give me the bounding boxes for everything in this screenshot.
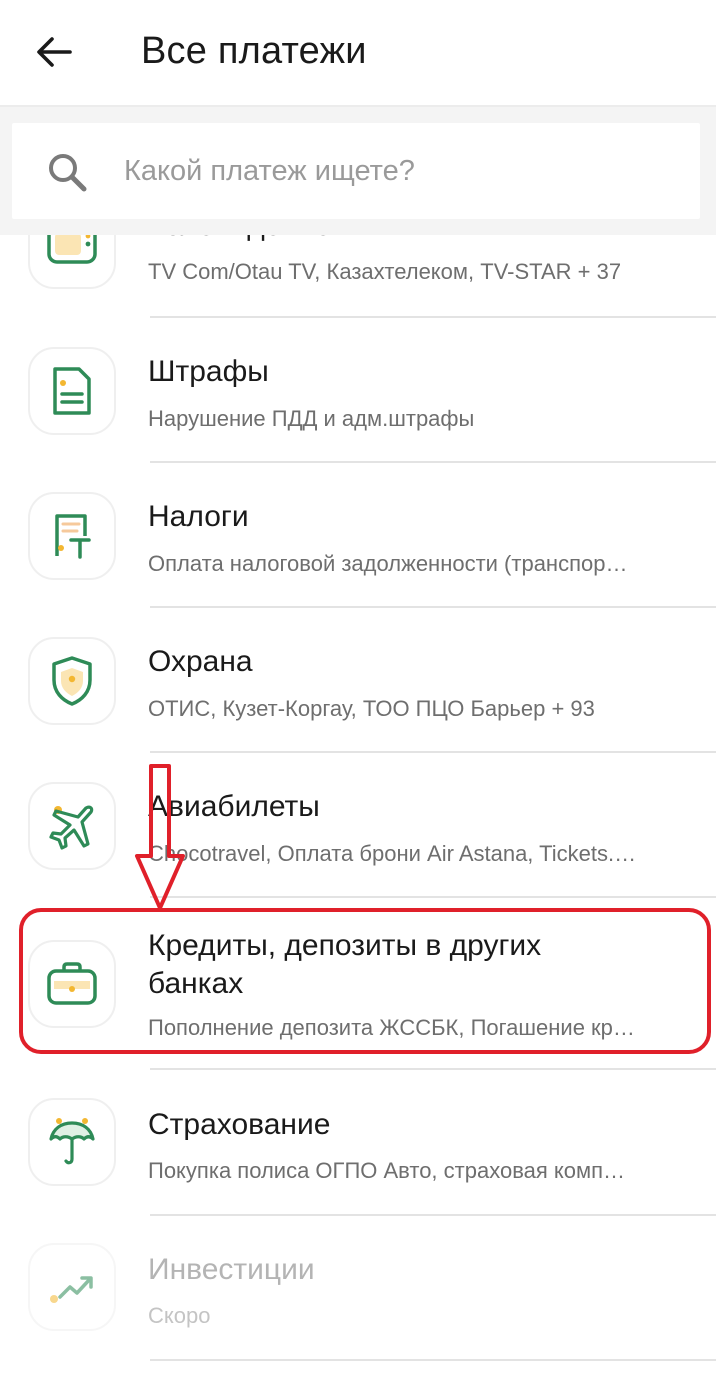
airplane-icon xyxy=(49,805,94,850)
category-title: Страхование xyxy=(148,1108,331,1141)
category-row-investments: Инвестиции Скоро xyxy=(0,1217,716,1362)
search-icon xyxy=(49,154,87,192)
category-subtitle: Покупка полиса ОГПО Авто, страховая комп… xyxy=(148,1158,626,1183)
category-tile xyxy=(28,492,116,580)
category-row-loans-deposits[interactable]: Кредиты, депозиты в других банках Пополн… xyxy=(0,897,716,1072)
tax-receipt-icon xyxy=(55,514,91,559)
shield-icon xyxy=(52,656,92,706)
category-subtitle: Нарушение ПДД и адм.штрафы xyxy=(148,406,475,431)
category-title: Налоги xyxy=(148,500,249,533)
category-row-taxes[interactable]: Налоги Оплата налоговой задолженности (т… xyxy=(0,462,716,608)
category-title: Инвестиции xyxy=(148,1253,315,1286)
divider xyxy=(150,1214,716,1216)
search-box[interactable] xyxy=(12,123,700,219)
search-bar xyxy=(0,107,716,235)
category-subtitle: TV Com/Otau TV, Казахтелеком, TV-STAR + … xyxy=(148,259,622,284)
category-subtitle: Пополнение депозита ЖССБК, Погашение кр… xyxy=(148,1015,635,1040)
umbrella-icon xyxy=(49,1118,95,1165)
back-button[interactable] xyxy=(26,24,82,80)
category-title: Авиабилеты xyxy=(148,790,320,823)
category-title: Охрана xyxy=(148,645,253,678)
category-tile xyxy=(28,940,116,1028)
category-row-security[interactable]: Охрана ОТИС, Кузет-Коргау, ТОО ПЦО Барье… xyxy=(0,607,716,753)
document-icon xyxy=(53,367,91,415)
page-title: Все платежи xyxy=(141,30,367,72)
divider xyxy=(150,1359,716,1361)
category-tile xyxy=(28,347,116,435)
search-input[interactable] xyxy=(124,143,664,199)
briefcase-icon xyxy=(47,962,97,1005)
category-tile xyxy=(28,637,116,725)
category-row-fines[interactable]: Штрафы Нарушение ПДД и адм.штрафы xyxy=(0,317,716,463)
category-tile xyxy=(28,782,116,870)
category-tile xyxy=(28,1243,116,1331)
category-tile xyxy=(28,1098,116,1186)
category-row-flights[interactable]: Авиабилеты Chocotravel, Оплата брони Air… xyxy=(0,752,716,898)
category-subtitle: Chocotravel, Оплата брони Air Astana, Ti… xyxy=(148,841,637,866)
category-subtitle: Скоро xyxy=(148,1303,211,1328)
category-subtitle: ОТИС, Кузет-Коргау, ТОО ПЦО Барьер + 93 xyxy=(148,696,595,721)
category-title: Кредиты, депозиты в других банках xyxy=(148,929,542,1000)
category-title: Штрафы xyxy=(148,355,269,388)
arrow-left-icon xyxy=(37,37,72,67)
category-subtitle: Оплата налоговой задолженности (транспор… xyxy=(148,551,628,576)
divider xyxy=(150,1068,716,1070)
app-bar: Все платежи xyxy=(0,0,716,107)
growth-chart-icon xyxy=(50,1276,93,1303)
category-row-insurance[interactable]: Страхование Покупка полиса ОГПО Авто, ст… xyxy=(0,1072,716,1217)
